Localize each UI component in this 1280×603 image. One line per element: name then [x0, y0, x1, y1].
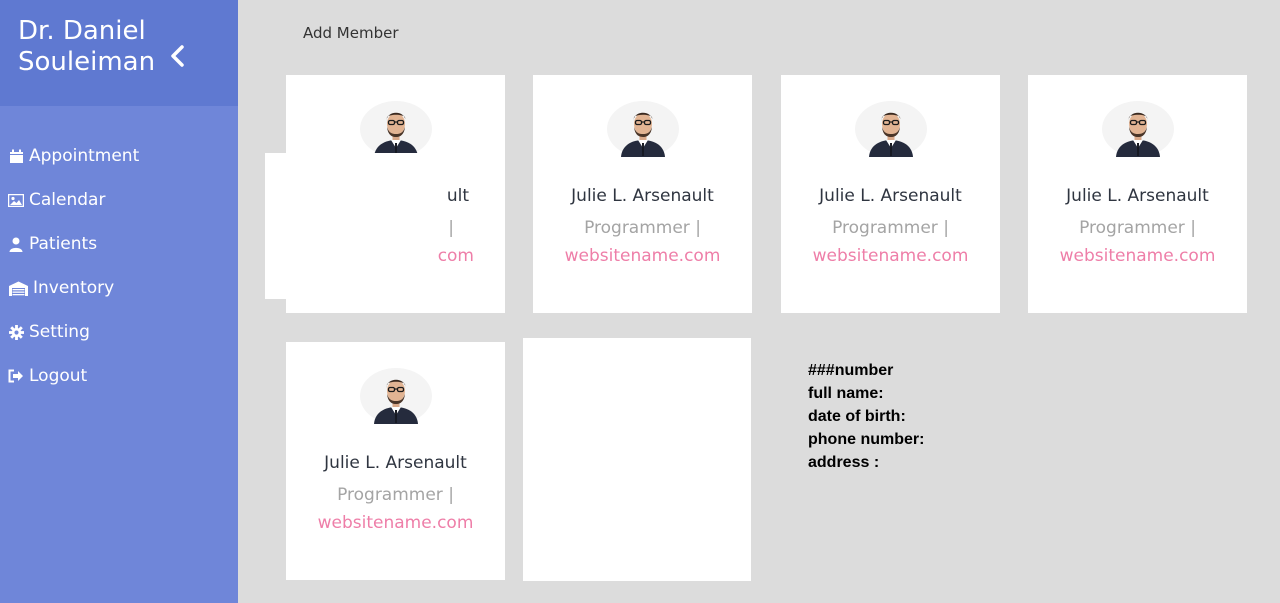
member-card[interactable]: Julie L. Arsenault Programmer | websiten…	[781, 75, 1000, 313]
image-icon	[7, 191, 25, 209]
gear-icon	[7, 323, 25, 341]
member-name: Julie L. Arsenault	[1066, 186, 1209, 206]
sidebar: Dr. Daniel Souleiman Appointment Calenda…	[0, 0, 238, 603]
avatar	[854, 101, 927, 157]
sidebar-item-label: Inventory	[33, 278, 115, 298]
sidebar-header: Dr. Daniel Souleiman	[0, 0, 238, 106]
empty-member-panel	[523, 338, 751, 581]
sidebar-item-label: Setting	[29, 322, 90, 342]
blank-overlay-panel	[265, 153, 437, 299]
sidebar-item-label: Patients	[29, 234, 98, 254]
member-role: Programmer |	[337, 485, 454, 505]
member-name: Julie L. Arsenault	[571, 186, 714, 206]
doctor-name-line2: Souleiman	[18, 47, 156, 77]
member-website-partial: com	[437, 246, 474, 266]
detail-date-of-birth: date of birth:	[808, 408, 906, 425]
add-member-button[interactable]: Add Member	[303, 24, 399, 42]
logout-icon	[7, 367, 25, 385]
member-name: Julie L. Arsenault	[819, 186, 962, 206]
warehouse-icon	[7, 279, 29, 297]
doctor-name-line1: Dr. Daniel	[18, 16, 146, 46]
sidebar-item-appointment[interactable]: Appointment	[0, 134, 238, 178]
calendar-icon	[7, 147, 25, 165]
member-role: Programmer |	[832, 218, 949, 238]
member-card[interactable]: Julie L. Arsenault Programmer | websiten…	[1028, 75, 1247, 313]
member-website[interactable]: websitename.com	[1028, 246, 1247, 266]
member-role: Programmer |	[584, 218, 701, 238]
member-role-partial: |	[448, 218, 454, 238]
member-role: Programmer |	[1079, 218, 1196, 238]
avatar	[1101, 101, 1174, 157]
detail-address: address :	[808, 454, 880, 471]
member-website[interactable]: websitename.com	[781, 246, 1000, 266]
member-detail-panel: ###number full name: date of birth: phon…	[808, 359, 924, 474]
sidebar-item-label: Appointment	[29, 146, 140, 166]
member-website[interactable]: websitename.com	[533, 246, 752, 266]
sidebar-nav: Appointment Calendar Patients Inventory …	[0, 134, 238, 398]
avatar	[606, 101, 679, 157]
member-name-partial: ult	[446, 186, 469, 206]
sidebar-item-label: Logout	[29, 366, 88, 386]
member-card[interactable]: Julie L. Arsenault Programmer | websiten…	[286, 342, 505, 580]
chevron-left-icon[interactable]	[169, 44, 185, 76]
sidebar-item-label: Calendar	[29, 190, 106, 210]
sidebar-item-setting[interactable]: Setting	[0, 310, 238, 354]
detail-phone-number: phone number:	[808, 431, 925, 448]
member-name: Julie L. Arsenault	[324, 453, 467, 473]
detail-number: ###number	[808, 362, 894, 379]
avatar	[359, 368, 432, 424]
doctor-name: Dr. Daniel Souleiman	[18, 16, 238, 78]
sidebar-item-patients[interactable]: Patients	[0, 222, 238, 266]
sidebar-item-logout[interactable]: Logout	[0, 354, 238, 398]
member-website[interactable]: websitename.com	[286, 513, 505, 533]
sidebar-item-inventory[interactable]: Inventory	[0, 266, 238, 310]
user-icon	[7, 235, 25, 253]
detail-full-name: full name:	[808, 385, 884, 402]
member-card[interactable]: Julie L. Arsenault Programmer | websiten…	[533, 75, 752, 313]
sidebar-item-calendar[interactable]: Calendar	[0, 178, 238, 222]
